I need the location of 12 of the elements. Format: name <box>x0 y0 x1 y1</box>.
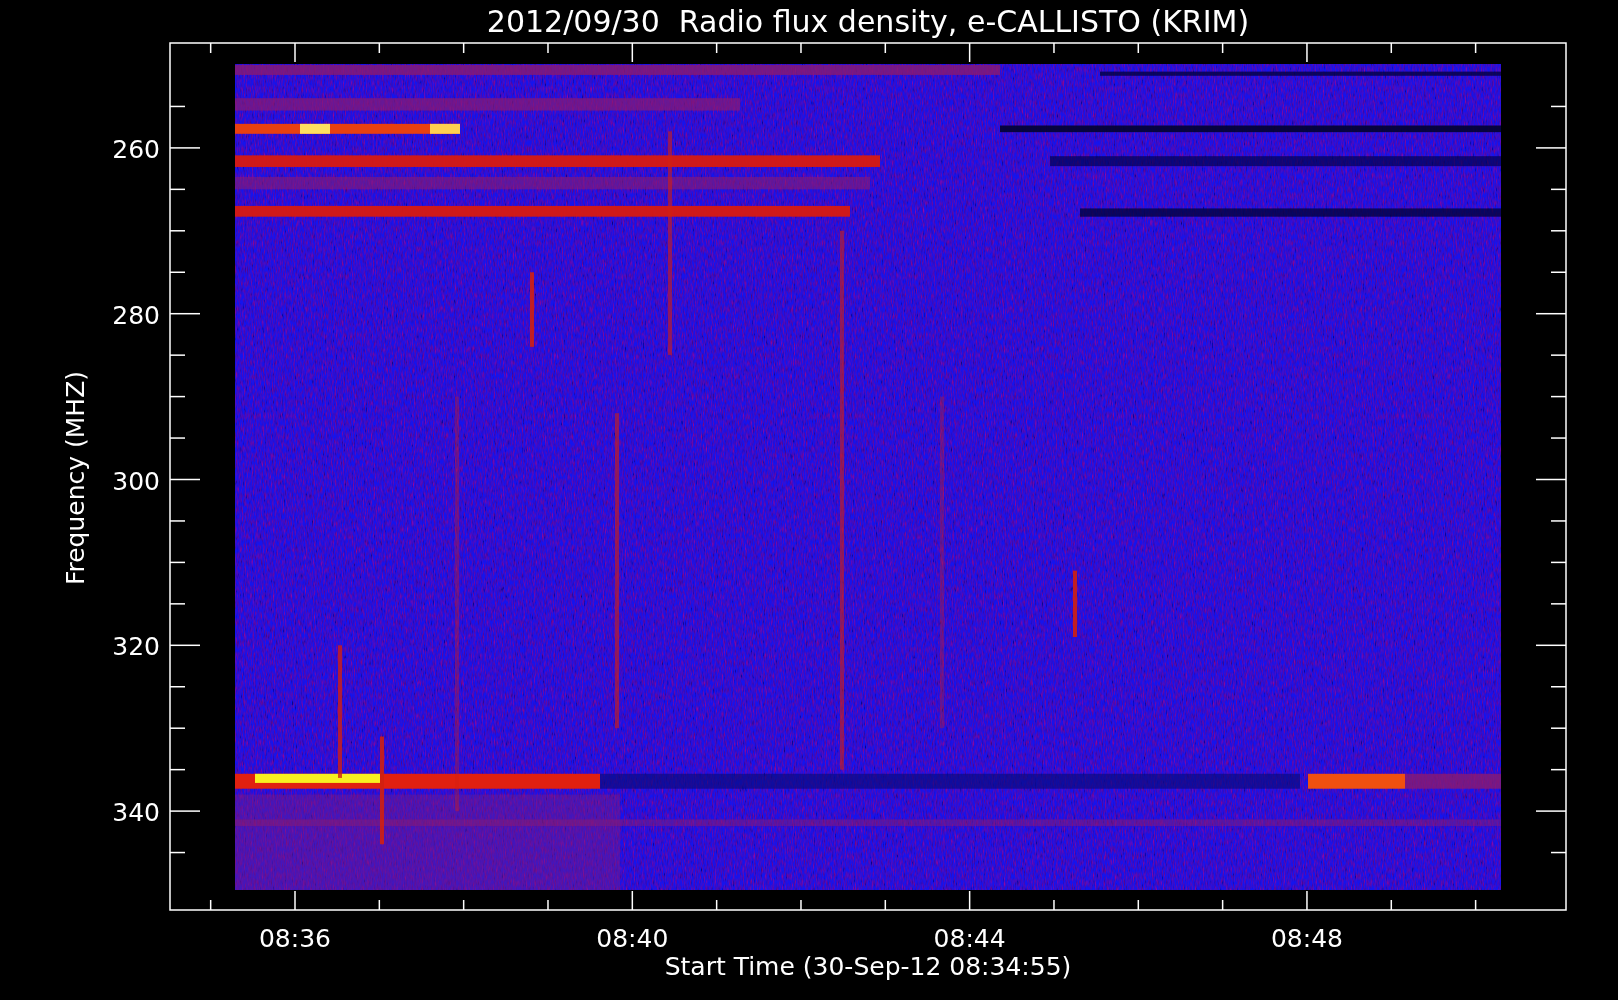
tick-label: 260 <box>112 134 160 164</box>
tick-label: 08:48 <box>1270 924 1343 953</box>
tick-label: 280 <box>112 300 160 330</box>
axis-title: Frequency (MHZ) <box>61 370 90 586</box>
chart-title: 2012/09/30 Radio flux density, e-CALLISTO (KRIM) <box>486 4 1250 39</box>
tick-label: 340 <box>112 798 160 828</box>
tick-label: 320 <box>112 632 160 662</box>
tick-label: 08:44 <box>933 924 1006 953</box>
axis-title: Start Time (30-Sep-12 08:34:55) <box>664 952 1072 981</box>
tick-label: 300 <box>112 466 160 496</box>
tick-label: 08:40 <box>596 924 669 953</box>
tick-label: 08:36 <box>259 924 331 953</box>
